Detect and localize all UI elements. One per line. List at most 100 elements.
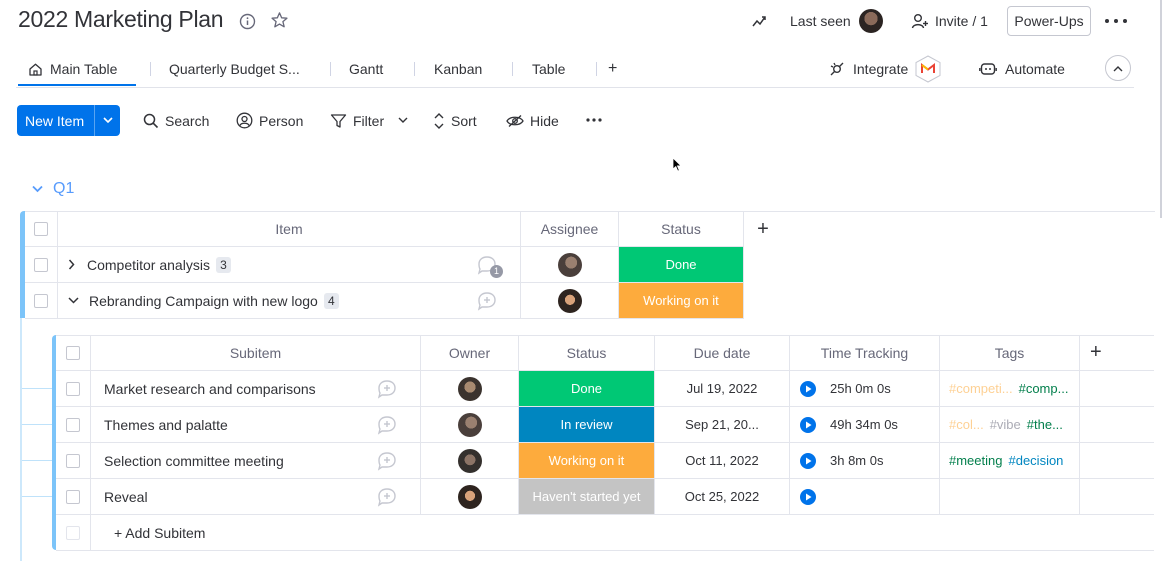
owner-cell[interactable] xyxy=(421,371,519,407)
owner-cell[interactable] xyxy=(421,479,519,515)
status-badge[interactable]: In review xyxy=(519,407,655,443)
column-header-owner[interactable]: Owner xyxy=(421,335,519,371)
column-header-status[interactable]: Status xyxy=(519,335,655,371)
tag-label[interactable]: #decision xyxy=(1008,453,1063,468)
item-name[interactable]: Rebranding Campaign with new logo xyxy=(89,293,318,309)
row-checkbox[interactable] xyxy=(34,293,48,308)
column-header-status[interactable]: Status xyxy=(619,211,744,247)
add-update-icon[interactable] xyxy=(477,291,499,311)
row-checkbox-cell[interactable] xyxy=(25,283,58,319)
tag-label[interactable]: #the... xyxy=(1027,417,1063,432)
info-icon[interactable] xyxy=(239,13,256,30)
filter-button[interactable]: Filter xyxy=(330,105,408,136)
item-name[interactable]: Competitor analysis xyxy=(87,257,210,273)
updates-cell[interactable] xyxy=(356,407,421,443)
chevron-down-icon[interactable] xyxy=(68,297,79,304)
new-item-button[interactable]: New Item xyxy=(17,105,120,136)
owner-cell[interactable] xyxy=(421,443,519,479)
assignee-cell[interactable] xyxy=(521,283,619,319)
tag-label[interactable]: #vibe xyxy=(990,417,1021,432)
add-update-icon[interactable] xyxy=(377,415,399,435)
chevron-up-icon[interactable] xyxy=(1105,55,1131,81)
column-header-time-tracking[interactable]: Time Tracking xyxy=(790,335,940,371)
status-badge[interactable]: Working on it xyxy=(619,283,744,319)
table-row[interactable]: Themes and palatte xyxy=(91,407,356,443)
tab-gantt[interactable]: Gantt xyxy=(331,54,415,84)
tab-quarterly-budget[interactable]: Quarterly Budget S... xyxy=(151,54,331,84)
more-dots-icon[interactable] xyxy=(1104,14,1128,28)
add-subitem-row[interactable]: + Add Subitem xyxy=(91,515,1154,551)
owner-cell[interactable] xyxy=(421,407,519,443)
table-row[interactable]: Competitor analysis 3 xyxy=(58,247,456,283)
time-tracking-cell[interactable] xyxy=(790,479,940,515)
activity-icon[interactable] xyxy=(751,13,768,30)
play-icon[interactable] xyxy=(800,488,816,505)
add-view-button[interactable]: + xyxy=(597,54,637,84)
select-all-checkbox[interactable] xyxy=(34,221,48,236)
table-row[interactable]: Reveal xyxy=(91,479,356,515)
chevron-down-icon[interactable] xyxy=(94,105,120,136)
due-date-cell[interactable]: Sep 21, 20... xyxy=(655,407,790,443)
updates-cell[interactable] xyxy=(356,443,421,479)
chevron-right-icon[interactable] xyxy=(68,259,75,270)
group-title[interactable]: Q1 xyxy=(53,180,74,198)
tag-label[interactable]: #meeting xyxy=(949,453,1002,468)
powerups-button[interactable]: Power-Ups xyxy=(1007,6,1091,36)
tags-cell[interactable]: #competi... #comp... xyxy=(940,371,1080,407)
play-icon[interactable] xyxy=(800,380,816,397)
tab-main-table[interactable]: Main Table xyxy=(16,54,151,84)
due-date-cell[interactable]: Oct 11, 2022 xyxy=(655,443,790,479)
last-seen[interactable]: Last seen xyxy=(790,6,883,36)
add-update-icon[interactable] xyxy=(377,451,399,471)
row-checkbox-cell[interactable] xyxy=(56,407,91,443)
group-header[interactable]: Q1 xyxy=(32,180,74,198)
status-badge[interactable]: Working on it xyxy=(519,443,655,479)
add-column-button[interactable]: + xyxy=(1080,335,1154,371)
board-title[interactable]: 2022 Marketing Plan xyxy=(18,6,224,33)
chevron-down-icon[interactable] xyxy=(398,117,408,124)
row-checkbox[interactable] xyxy=(66,381,80,396)
updates-cell[interactable]: 1 xyxy=(456,247,521,283)
time-tracking-cell[interactable]: 25h 0m 0s xyxy=(790,371,940,407)
chat-bubble-icon[interactable]: 1 xyxy=(477,255,503,278)
select-all-checkbox-cell[interactable] xyxy=(25,211,58,247)
tags-cell[interactable]: #col... #vibe #the... xyxy=(940,407,1080,443)
due-date-cell[interactable]: Jul 19, 2022 xyxy=(655,371,790,407)
updates-cell[interactable] xyxy=(356,371,421,407)
subitem-name[interactable]: Market research and comparisons xyxy=(104,381,316,397)
row-checkbox[interactable] xyxy=(66,489,80,504)
updates-cell[interactable] xyxy=(456,283,521,319)
status-badge[interactable]: Done xyxy=(619,247,744,283)
tag-label[interactable]: #competi... xyxy=(949,381,1013,396)
play-icon[interactable] xyxy=(800,452,816,469)
column-header-item[interactable]: Item xyxy=(58,211,521,247)
column-header-assignee[interactable]: Assignee xyxy=(521,211,619,247)
select-all-checkbox[interactable] xyxy=(66,345,80,360)
tag-label[interactable]: #comp... xyxy=(1019,381,1069,396)
time-tracking-cell[interactable]: 3h 8m 0s xyxy=(790,443,940,479)
table-row[interactable]: Selection committee meeting xyxy=(91,443,356,479)
person-filter-button[interactable]: Person xyxy=(236,105,303,136)
column-header-tags[interactable]: Tags xyxy=(940,335,1080,371)
row-checkbox[interactable] xyxy=(66,417,80,432)
time-tracking-cell[interactable]: 49h 34m 0s xyxy=(790,407,940,443)
subitem-count-badge[interactable]: 4 xyxy=(323,292,339,309)
play-icon[interactable] xyxy=(800,416,816,433)
more-dots-icon[interactable] xyxy=(585,114,603,126)
add-column-button[interactable]: + xyxy=(744,211,782,247)
status-badge[interactable]: Haven't started yet xyxy=(519,479,655,515)
select-all-subitems-cell[interactable] xyxy=(56,335,91,371)
table-row[interactable]: Market research and comparisons xyxy=(91,371,356,407)
column-header-due-date[interactable]: Due date xyxy=(655,335,790,371)
tags-cell[interactable]: #meeting #decision xyxy=(940,443,1080,479)
sort-button[interactable]: Sort xyxy=(433,105,477,136)
tag-label[interactable]: #col... xyxy=(949,417,984,432)
table-row[interactable]: Rebranding Campaign with new logo 4 xyxy=(58,283,456,319)
chevron-down-icon[interactable] xyxy=(32,185,43,193)
updates-cell[interactable] xyxy=(356,479,421,515)
tab-table[interactable]: Table xyxy=(513,54,597,84)
search-button[interactable]: Search xyxy=(143,105,209,136)
due-date-cell[interactable]: Oct 25, 2022 xyxy=(655,479,790,515)
star-icon[interactable] xyxy=(270,11,289,30)
integrate-button[interactable]: Integrate xyxy=(828,55,941,83)
